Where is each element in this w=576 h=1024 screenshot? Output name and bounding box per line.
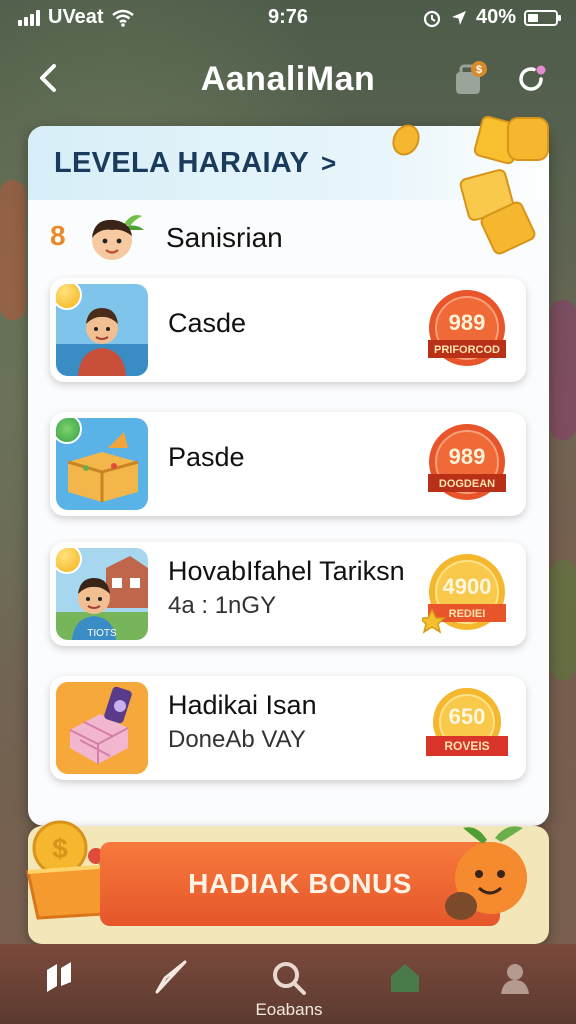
battery-icon — [524, 9, 561, 26]
battery-percent: 40% — [475, 6, 516, 28]
item-thumbnail: TIOTS — [56, 548, 148, 640]
tab-search-label: Eoabans — [255, 1000, 323, 1019]
list-item-card[interactable]: Casde 989 PRIFORCOD — [50, 278, 526, 382]
svg-text:DOGDEAN: DOGDEAN — [439, 478, 495, 490]
page-title: AanaliMan — [200, 60, 376, 98]
item-title: Hadikai Isan — [168, 690, 317, 720]
svg-text:PRIFORCOD: PRIFORCOD — [434, 344, 500, 356]
item-thumbnail — [56, 284, 148, 376]
item-thumbnail — [56, 418, 148, 510]
reward-badge: 650 ROVEIS — [426, 688, 508, 756]
svg-text:989: 989 — [449, 444, 486, 469]
orange-mascot-icon — [445, 826, 527, 920]
svg-text:ROVEIS: ROVEIS — [444, 739, 489, 753]
list-item-card[interactable]: Pasde 989 DOGDEAN — [50, 412, 526, 516]
gold-blocks-decoration — [392, 115, 549, 255]
list-item-card[interactable]: TIOTS HovabIfahel Tariksn 4a : 1nGY 4900… — [50, 542, 526, 646]
tab-home[interactable] — [6, 944, 116, 1024]
user-rank: 8 — [50, 220, 66, 251]
reward-badge: 4900 REDIEI — [422, 554, 506, 634]
search-icon — [273, 962, 306, 995]
svg-text:REDIEI: REDIEI — [449, 608, 486, 620]
location-icon — [451, 10, 466, 25]
tab-build[interactable] — [350, 944, 460, 1024]
item-title: Pasde — [168, 442, 245, 472]
map-icon — [47, 962, 71, 992]
status-bar: UVeat 9:76 40% — [0, 0, 576, 34]
panel-heading: LEVELA HARAIAY — [54, 146, 310, 179]
user-avatar — [92, 215, 144, 260]
item-thumbnail — [56, 682, 148, 774]
tab-search[interactable]: Eoabans — [234, 944, 344, 1024]
svg-text:650: 650 — [449, 704, 486, 729]
alarm-icon — [423, 10, 441, 27]
house-icon — [391, 964, 419, 992]
tab-profile[interactable] — [460, 944, 570, 1024]
user-name: Sanisrian — [166, 222, 283, 253]
app-bar: AanaliMan $ — [0, 44, 576, 116]
reward-badge: 989 PRIFORCOD — [428, 290, 506, 366]
refresh-icon[interactable] — [514, 62, 548, 96]
bonus-button-label: HADIAK BONUS — [188, 868, 412, 899]
list-item-card[interactable]: Hadikai Isan DoneAb VAY 650 ROVEIS — [50, 676, 526, 780]
chevron-right-icon: > — [321, 147, 337, 178]
profile-icon — [501, 964, 529, 994]
svg-text:4900: 4900 — [443, 574, 492, 599]
bonus-banner: $ HADIAK BONUS — [26, 820, 549, 944]
item-subtitle: 4a : 1nGY — [168, 592, 277, 619]
send-icon — [155, 960, 187, 994]
item-subtitle: DoneAb VAY — [168, 726, 306, 753]
svg-text:TIOTS: TIOTS — [87, 628, 117, 639]
tab-send[interactable] — [116, 944, 226, 1024]
svg-text:$: $ — [476, 64, 482, 76]
svg-text:$: $ — [52, 833, 68, 864]
item-title: Casde — [168, 308, 247, 338]
reward-badge: 989 DOGDEAN — [428, 424, 506, 500]
shop-bag-icon[interactable]: $ — [450, 60, 488, 98]
svg-text:989: 989 — [449, 310, 486, 335]
bottom-tab-bar: Eoabans — [0, 944, 576, 1024]
item-title: HovabIfahel Tariksn — [168, 556, 405, 586]
